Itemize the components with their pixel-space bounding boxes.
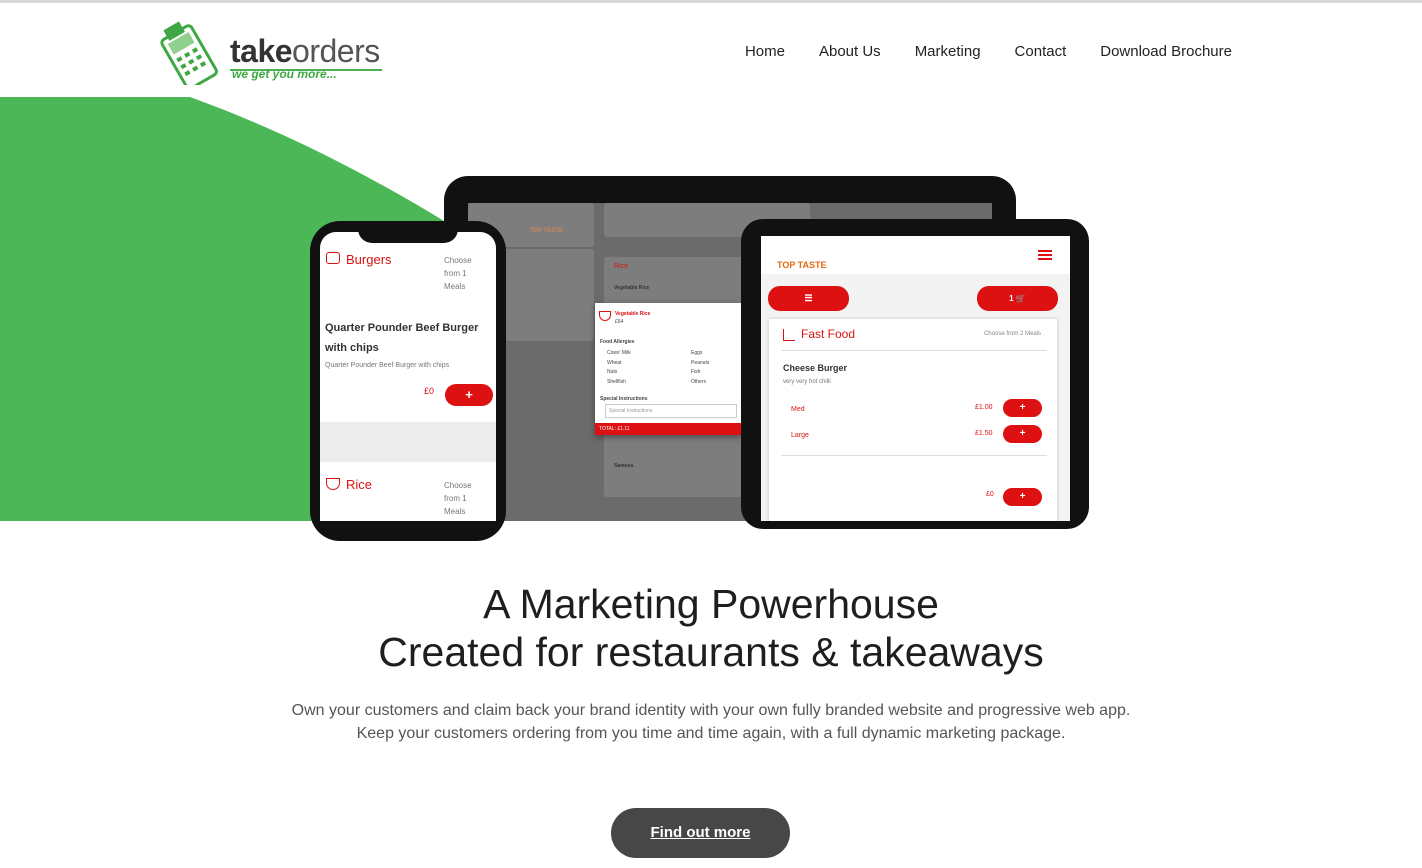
- modal-total-bar: TOTAL: £1.11: [595, 423, 743, 435]
- tablet-choose-meals: Choose from 2 Meals: [983, 331, 1041, 337]
- list-view-button[interactable]: ☰: [768, 286, 849, 311]
- site-header: takeorders we get you more... Home About…: [0, 3, 1422, 97]
- option-med-label: Med: [791, 406, 805, 413]
- nav-contact[interactable]: Contact: [1015, 43, 1067, 60]
- card-terminal-icon: [160, 21, 218, 90]
- nav-download-brochure[interactable]: Download Brochure: [1100, 43, 1232, 60]
- rice-bowl-icon: [326, 478, 340, 490]
- headline-line-1: A Marketing Powerhouse: [483, 581, 939, 627]
- allergy-nuts[interactable]: Nuts: [607, 368, 631, 378]
- hero-subtext: Own your customers and claim back your b…: [0, 699, 1422, 745]
- tablet-base-price: £0: [986, 491, 994, 498]
- main-nav: Home About Us Marketing Contact Download…: [745, 43, 1232, 60]
- logo-wordmark: takeorders: [230, 33, 380, 69]
- tablet-brand-logo: TOP TASTE: [777, 260, 827, 270]
- laptop-card-rice-title: Rice: [614, 263, 629, 270]
- burger-icon: [326, 252, 340, 264]
- fast-food-icon: [783, 329, 795, 341]
- phone-item-title: Quarter Pounder Beef Burger with chips: [325, 322, 479, 354]
- hero-headline: A Marketing Powerhouse Created for resta…: [0, 580, 1422, 676]
- headline-line-2: Created for restaurants & takeaways: [378, 629, 1044, 675]
- tablet-header: TOP TASTE: [761, 236, 1070, 274]
- allergy-cows-milk[interactable]: Cows' Milk: [607, 349, 631, 359]
- cart-count: 1: [1009, 294, 1014, 303]
- subtext-line-2: Keep your customers ordering from you ti…: [356, 725, 1066, 742]
- list-icon: ☰: [804, 293, 813, 303]
- nav-marketing[interactable]: Marketing: [915, 43, 981, 60]
- laptop-card-samosa-item: Samosa: [614, 463, 634, 469]
- subtext-line-1: Own your customers and claim back your b…: [291, 702, 1131, 719]
- cart-button[interactable]: 1 🛒: [977, 286, 1058, 311]
- modal-title: Vegetable Rice: [615, 311, 651, 317]
- allergy-others[interactable]: Others: [691, 378, 709, 388]
- bowl-icon: [599, 311, 611, 321]
- option-med-add-button[interactable]: +: [1003, 399, 1042, 417]
- hamburger-menu-icon[interactable]: [1038, 250, 1052, 260]
- allergy-fish[interactable]: Fish: [691, 368, 709, 378]
- phone-category-burgers: Burgers: [346, 252, 392, 267]
- tablet-add-button[interactable]: +: [1003, 488, 1042, 506]
- special-instructions-label: Special Instructions: [600, 396, 648, 402]
- allergy-eggs[interactable]: Eggs: [691, 349, 709, 359]
- tablet-screen: TOP TASTE ☰ 1 🛒 Fast Food Choose from 2 …: [761, 236, 1070, 521]
- tablet-item-desc: very very hot chilli: [783, 379, 831, 385]
- special-instructions-input[interactable]: Special Instructions: [605, 404, 737, 418]
- laptop-brand-logo: TOP TASTE: [530, 228, 564, 234]
- option-large-add-button[interactable]: +: [1003, 425, 1042, 443]
- laptop-card-rice-item: Vegetable Rice: [614, 285, 650, 291]
- phone-screen: Burgers Choose from 1 Meals Quarter Poun…: [320, 232, 496, 521]
- divider: [781, 350, 1047, 351]
- tablet-item-title: Cheese Burger: [783, 363, 848, 373]
- find-out-more-button[interactable]: Find out more: [611, 808, 790, 858]
- cart-icon: 🛒: [1015, 294, 1026, 303]
- allergy-list-left: Cows' Milk Wheat Nuts Shellfish: [607, 349, 631, 387]
- phone-choose-meals: Choose from 1 Meals: [444, 256, 472, 291]
- nav-about-us[interactable]: About Us: [819, 43, 881, 60]
- phone-divider: [320, 422, 496, 462]
- option-large-price: £1.50: [975, 430, 993, 437]
- phone-item-price: £0: [424, 386, 435, 396]
- phone-item-desc: Quarter Pounder Beef Burger with chips: [325, 362, 450, 369]
- allergy-wheat[interactable]: Wheat: [607, 359, 631, 369]
- phone-choose-meals-rice: Choose from 1 Meals: [444, 481, 472, 516]
- phone-notch: [358, 221, 458, 243]
- takeorders-logo[interactable]: takeorders we get you more...: [152, 19, 392, 90]
- allergy-list-right: Eggs Peanuts Fish Others: [691, 349, 709, 387]
- allergy-peanuts[interactable]: Peanuts: [691, 359, 709, 369]
- option-large-label: Large: [791, 432, 809, 439]
- logo-tagline: we get you more...: [232, 67, 337, 81]
- phone-add-button[interactable]: +: [445, 384, 493, 406]
- allergy-modal: Vegetable Rice £64 Food Allergies Cows' …: [595, 303, 743, 435]
- modal-section-label: Food Allergies: [600, 339, 635, 345]
- divider: [781, 455, 1047, 456]
- option-med-price: £1.00: [975, 404, 993, 411]
- modal-price: £64: [615, 319, 624, 325]
- phone-category-rice: Rice: [346, 477, 373, 492]
- tablet-category-fast-food: Fast Food: [801, 327, 856, 341]
- tablet-menu-card: Fast Food Choose from 2 Meals Cheese Bur…: [769, 319, 1057, 521]
- nav-home[interactable]: Home: [745, 43, 785, 60]
- allergy-shellfish[interactable]: Shellfish: [607, 378, 631, 388]
